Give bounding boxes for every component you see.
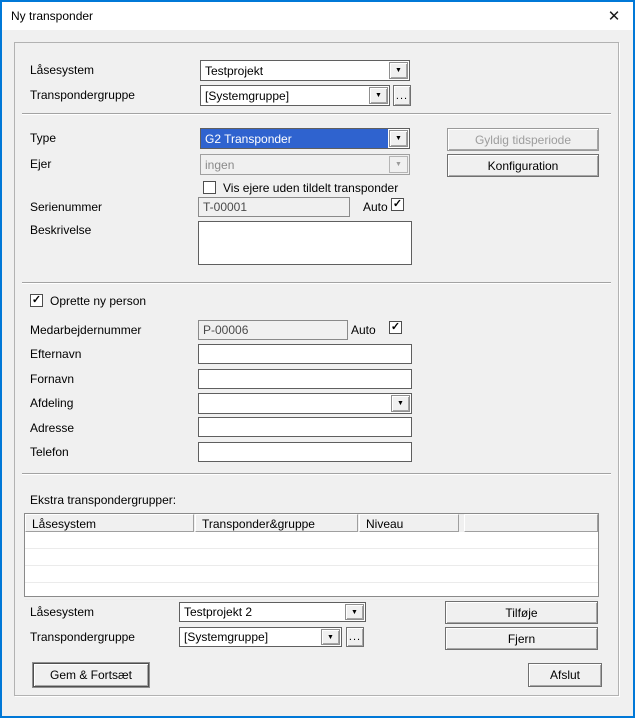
check-icon: ✓ [392,197,403,210]
chevron-down-icon[interactable]: ▼ [345,604,364,620]
valid-period-button[interactable]: Gyldig tidsperiode [447,128,599,151]
department-value [199,394,390,413]
close-button[interactable]: ✕ [597,2,631,30]
extra-groups-table[interactable]: Låsesystem Transponder&gruppe Niveau [24,513,599,600]
address-input[interactable] [198,417,412,437]
close-icon: ✕ [607,8,621,25]
employee-auto-label: Auto [351,323,376,337]
owner-value: ingen [205,157,235,172]
serial-auto-label: Auto [363,200,388,214]
extra-transponder-group-label: Transpondergruppe [30,630,135,644]
configuration-button[interactable]: Konfiguration [447,154,599,177]
ellipsis-icon: ... [395,89,409,102]
transponder-group-value: [Systemgruppe] [205,88,290,103]
serial-input[interactable] [198,197,350,217]
chevron-down-icon[interactable]: ▼ [321,629,340,645]
extra-transponder-group-value: [Systemgruppe] [184,630,269,644]
table-header-row: Låsesystem Transponder&gruppe Niveau [25,514,598,532]
separator-3 [22,473,611,475]
check-icon: ✓ [390,320,401,333]
owner-label: Ejer [30,157,52,171]
remove-button[interactable]: Fjern [445,627,598,650]
check-icon: ✓ [31,293,42,306]
add-button[interactable]: Tilføje [445,601,598,624]
chevron-down-icon[interactable]: ▼ [369,87,388,104]
chevron-down-icon[interactable]: ▼ [389,130,408,147]
transponder-group-combo[interactable]: [Systemgruppe] ▼ [200,85,390,106]
lock-system-combo[interactable]: Testprojekt ▼ [200,60,410,81]
create-person-label: Oprette ny person [50,294,147,308]
create-person-checkbox[interactable]: ✓ [30,294,43,307]
extra-lock-system-value: Testprojekt 2 [184,605,253,619]
transponder-group-browse-button[interactable]: ... [393,85,411,106]
last-name-label: Efternavn [30,347,82,361]
department-label: Afdeling [30,396,74,410]
extra-transponder-group-combo[interactable]: [Systemgruppe] ▼ [179,627,342,647]
separator-1 [22,113,611,115]
extra-lock-system-combo[interactable]: Testprojekt 2 ▼ [179,602,366,622]
chevron-down-icon[interactable]: ▼ [389,62,408,79]
type-value: G2 Transponder [201,129,388,148]
exit-button[interactable]: Afslut [528,663,602,687]
show-owners-checkbox[interactable] [203,181,216,194]
column-header-empty[interactable] [464,514,598,532]
first-name-input[interactable] [198,369,412,389]
table-row[interactable] [25,583,598,600]
chevron-down-icon[interactable]: ▼ [391,395,410,412]
extra-groups-heading: Ekstra transpondergrupper: [30,493,177,507]
show-owners-label: Vis ejere uden tildelt transponder [223,181,399,195]
lock-system-value: Testprojekt [205,63,264,78]
type-label: Type [30,131,57,145]
dialog-window: Ny transponder ✕ Låsesystem Testprojekt … [0,0,635,718]
type-combo[interactable]: G2 Transponder ▼ [200,128,410,149]
separator-2 [22,282,611,284]
first-name-label: Fornavn [30,372,75,386]
description-textarea[interactable] [198,221,412,265]
department-combo[interactable]: ▼ [198,393,412,414]
column-header-lock-system[interactable]: Låsesystem [25,514,194,532]
title-bar: Ny transponder [2,2,633,30]
phone-input[interactable] [198,442,412,462]
employee-auto-checkbox[interactable]: ✓ [389,321,402,334]
description-label: Beskrivelse [30,223,92,237]
address-label: Adresse [30,421,75,435]
serial-auto-checkbox[interactable]: ✓ [391,198,404,211]
table-row[interactable] [25,549,598,566]
extra-lock-system-label: Låsesystem [30,605,95,619]
transponder-group-label: Transpondergruppe [30,88,135,102]
column-header-level[interactable]: Niveau [359,514,459,532]
lock-system-label: Låsesystem [30,63,95,77]
chevron-down-icon: ▼ [389,156,408,173]
employee-number-label: Medarbejdernummer [30,323,142,337]
table-row[interactable] [25,532,598,549]
column-header-transponder-group[interactable]: Transponder&gruppe [195,514,358,532]
owner-combo[interactable]: ingen ▼ [200,154,410,175]
save-continue-button[interactable]: Gem & Fortsæt [33,663,149,687]
employee-number-input[interactable] [198,320,348,340]
dialog-body: Låsesystem Testprojekt ▼ Transpondergrup… [2,30,633,716]
ellipsis-icon: ... [348,631,362,643]
extra-transponder-group-browse-button[interactable]: ... [346,627,364,647]
page-title: Ny transponder [11,9,94,23]
last-name-input[interactable] [198,344,412,364]
phone-label: Telefon [30,445,69,459]
serial-label: Serienummer [30,200,103,214]
table-row[interactable] [25,566,598,583]
